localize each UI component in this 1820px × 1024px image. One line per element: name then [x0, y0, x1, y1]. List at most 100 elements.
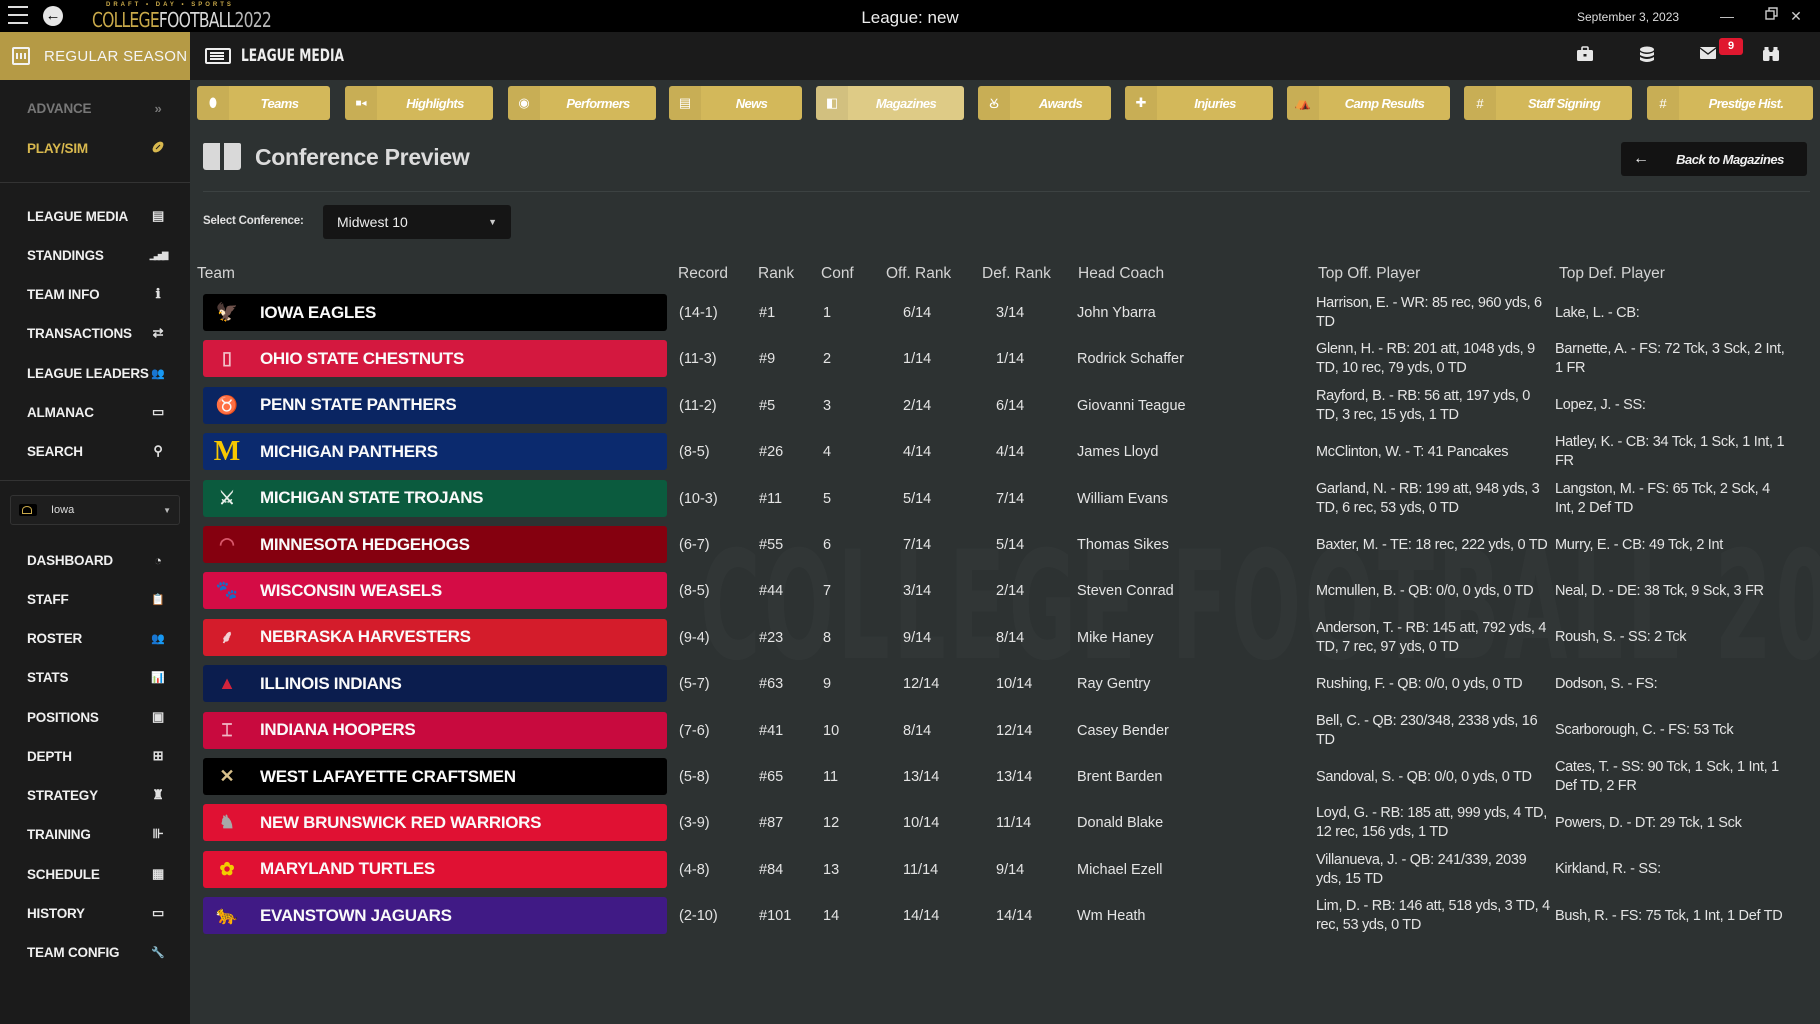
team-record: (11-2) [679, 397, 717, 414]
team-name-bar[interactable]: ▲ ILLINOIS INDIANS [203, 665, 667, 703]
team-select-value: Iowa [51, 504, 75, 516]
table-row[interactable]: ◠ MINNESOTA HEDGEHOGS (6-7) #55 6 7/14 5… [203, 526, 1813, 564]
sidebar-item-label: STATS [27, 669, 69, 685]
team-name-bar[interactable]: 🐾 WISCONSIN WEASELS [203, 572, 667, 610]
top-offensive-player: Rushing, F. - QB: 0/0, 0 yds, 0 TD [1316, 675, 1523, 692]
briefcase-icon[interactable] [1575, 46, 1595, 66]
tab-magazines[interactable]: ◧ Magazines [816, 86, 964, 120]
team-name-bar[interactable]: ▯ OHIO STATE CHESTNUTS [203, 340, 667, 378]
sidebar-item-league-leaders[interactable]: LEAGUE LEADERS 👥 [27, 361, 167, 385]
defense-rank: 4/14 [996, 444, 1025, 461]
mail-icon[interactable] [1698, 46, 1718, 66]
tab-prestige-history[interactable]: # Prestige Hist. [1647, 86, 1813, 120]
table-row[interactable]: ⸙ NEBRASKA HARVESTERS (9-4) #23 8 9/14 8… [203, 618, 1813, 657]
top-defensive-player: Hatley, K. - CB: 34 Tck, 1 Sck, 1 Int, 1… [1555, 434, 1785, 470]
double-chevron-right-icon: » [154, 100, 162, 116]
column-header-record: Record [678, 265, 728, 282]
team-name-bar[interactable]: 🐆 EVANSTOWN JAGUARS [203, 897, 667, 935]
table-row[interactable]: ⚔ MICHIGAN STATE TROJANS (10-3) #11 5 5/… [203, 479, 1813, 518]
tab-injuries[interactable]: ✚ Injuries [1125, 86, 1273, 120]
close-icon[interactable]: ✕ [1785, 6, 1807, 26]
sidebar-item-transactions[interactable]: TRANSACTIONS ⇄ [27, 321, 167, 345]
sidebar: ADVANCE » PLAY/SIM LEAGUE MEDIA ▤ STANDI… [0, 80, 190, 1024]
table-row[interactable]: ♞ NEW BRUNSWICK RED WARRIORS (3-9) #87 1… [203, 804, 1813, 842]
minimize-icon[interactable]: — [1716, 6, 1738, 26]
table-row[interactable]: ✕ WEST LAFAYETTE CRAFTSMEN (5-8) #65 11 … [203, 758, 1813, 796]
table-row[interactable]: 🐆 EVANSTOWN JAGUARS (2-10) #101 14 14/14… [203, 897, 1813, 935]
sidebar-item-team-config[interactable]: TEAM CONFIG 🔧 [27, 940, 167, 964]
team-record: (9-4) [679, 629, 710, 646]
tab-camp-results[interactable]: ⛺ Camp Results [1287, 86, 1450, 120]
table-row[interactable]: ✿ MARYLAND TURTLES (4-8) #84 13 11/14 9/… [203, 850, 1813, 889]
back-to-magazines-button[interactable]: ← Back to Magazines [1621, 142, 1807, 176]
sidebar-item-play-sim[interactable]: PLAY/SIM [27, 136, 167, 160]
sidebar-item-label: DASHBOARD [27, 552, 113, 568]
conference-select-dropdown[interactable]: Midwest 10 ▼ [323, 205, 511, 239]
tab-label: Performers [566, 95, 630, 111]
team-rank: #87 [759, 815, 784, 832]
table-row[interactable]: ♉ PENN STATE PANTHERS (11-2) #5 3 2/14 6… [203, 386, 1813, 425]
team-name-bar[interactable]: ♞ NEW BRUNSWICK RED WARRIORS [203, 804, 667, 842]
team-name-bar[interactable]: 🦅 IOWA EAGLES [203, 294, 667, 331]
top-defensive-player: Barnette, A. - FS: 72 Tck, 3 Sck, 2 Int,… [1555, 341, 1785, 377]
tab-teams[interactable]: ⬮ Teams [197, 86, 330, 120]
sidebar-item-search[interactable]: SEARCH ⚲ [27, 439, 167, 463]
conference-select-value: Midwest 10 [337, 214, 408, 230]
sidebar-item-advance[interactable]: ADVANCE » [27, 96, 167, 120]
sidebar-item-almanac[interactable]: ALMANAC ▭ [27, 400, 167, 424]
sidebar-item-label: TRAINING [27, 826, 91, 842]
team-name-bar[interactable]: ⸙ NEBRASKA HARVESTERS [203, 618, 667, 656]
sidebar-item-label: DEPTH [27, 748, 72, 764]
tab-highlights[interactable]: ■◂ Highlights [345, 86, 493, 120]
sidebar-divider [0, 480, 190, 481]
regular-season-button[interactable]: REGULAR SEASON [0, 32, 190, 80]
team-select-dropdown[interactable]: Iowa ▼ [10, 495, 180, 525]
sidebar-item-training[interactable]: TRAINING ⊪ [27, 822, 167, 846]
defense-rank: 14/14 [996, 908, 1033, 925]
restore-icon[interactable] [1761, 6, 1783, 26]
sidebar-item-positions[interactable]: POSITIONS ▣ [27, 705, 167, 729]
team-name-bar[interactable]: ⌶ INDIANA HOOPERS [203, 711, 667, 749]
back-arrow-icon[interactable]: ← [43, 6, 63, 26]
team-name-bar[interactable]: ⚔ MICHIGAN STATE TROJANS [203, 479, 667, 517]
hamburger-menu-icon[interactable] [8, 6, 28, 24]
team-name-bar[interactable]: ♉ PENN STATE PANTHERS [203, 386, 667, 424]
tab-label: Camp Results [1344, 95, 1425, 111]
archive-box-icon: ▭ [151, 905, 165, 920]
sidebar-item-schedule[interactable]: SCHEDULE ▦ [27, 862, 167, 886]
tab-performers[interactable]: ◉ Performers [508, 86, 656, 120]
newspaper-icon: ▤ [669, 86, 701, 120]
sidebar-item-history[interactable]: HISTORY ▭ [27, 901, 167, 925]
tab-awards[interactable]: Ꙋ Awards [978, 86, 1111, 120]
sidebar-item-staff[interactable]: STAFF 📋 [27, 587, 167, 611]
team-record: (10-3) [679, 490, 718, 507]
hashtag-icon: # [1464, 86, 1496, 120]
table-row[interactable]: ⌶ INDIANA HOOPERS (7-6) #41 10 8/14 12/1… [203, 711, 1813, 750]
head-coach: Donald Blake [1077, 815, 1164, 832]
sidebar-item-depth[interactable]: DEPTH ⊞ [27, 744, 167, 768]
sidebar-item-league-media[interactable]: LEAGUE MEDIA ▤ [27, 204, 167, 228]
team-name: MARYLAND TURTLES [260, 859, 435, 879]
defense-rank: 13/14 [996, 769, 1033, 785]
sidebar-item-dashboard[interactable]: DASHBOARD ◔ [27, 548, 167, 572]
tab-news[interactable]: ▤ News [669, 86, 802, 120]
team-name-bar[interactable]: ◠ MINNESOTA HEDGEHOGS [203, 526, 667, 563]
table-row[interactable]: M MICHIGAN PANTHERS (8-5) #26 4 4/14 4/1… [203, 433, 1813, 471]
table-row[interactable]: ▯ OHIO STATE CHESTNUTS (11-3) #9 2 1/14 … [203, 340, 1813, 378]
table-row[interactable]: 🦅 IOWA EAGLES (14-1) #1 1 6/14 3/14 John… [203, 294, 1813, 332]
sidebar-item-strategy[interactable]: STRATEGY ♜ [27, 783, 167, 807]
team-name-bar[interactable]: M MICHIGAN PANTHERS [203, 433, 667, 471]
binoculars-icon[interactable] [1761, 46, 1781, 66]
sidebar-item-team-info[interactable]: TEAM INFO ℹ [27, 282, 167, 306]
team-name-bar[interactable]: ✿ MARYLAND TURTLES [203, 850, 667, 888]
table-row[interactable]: ▲ ILLINOIS INDIANS (5-7) #63 9 12/14 10/… [203, 665, 1813, 703]
database-icon[interactable] [1637, 46, 1657, 66]
conference-rank: 12 [823, 815, 840, 832]
team-name-bar[interactable]: ✕ WEST LAFAYETTE CRAFTSMEN [203, 758, 667, 795]
sidebar-item-stats[interactable]: STATS 📊 [27, 665, 167, 689]
sidebar-item-standings[interactable]: STANDINGS ▁▃▅▇ [27, 243, 168, 267]
top-offensive-player: Villanueva, J. - QB: 241/339, 2039 yds, … [1316, 851, 1527, 887]
table-row[interactable]: 🐾 WISCONSIN WEASELS (8-5) #44 7 3/14 2/1… [203, 572, 1813, 610]
sidebar-item-roster[interactable]: ROSTER 👥 [27, 626, 167, 650]
tab-staff-signing[interactable]: # Staff Signing [1464, 86, 1632, 120]
